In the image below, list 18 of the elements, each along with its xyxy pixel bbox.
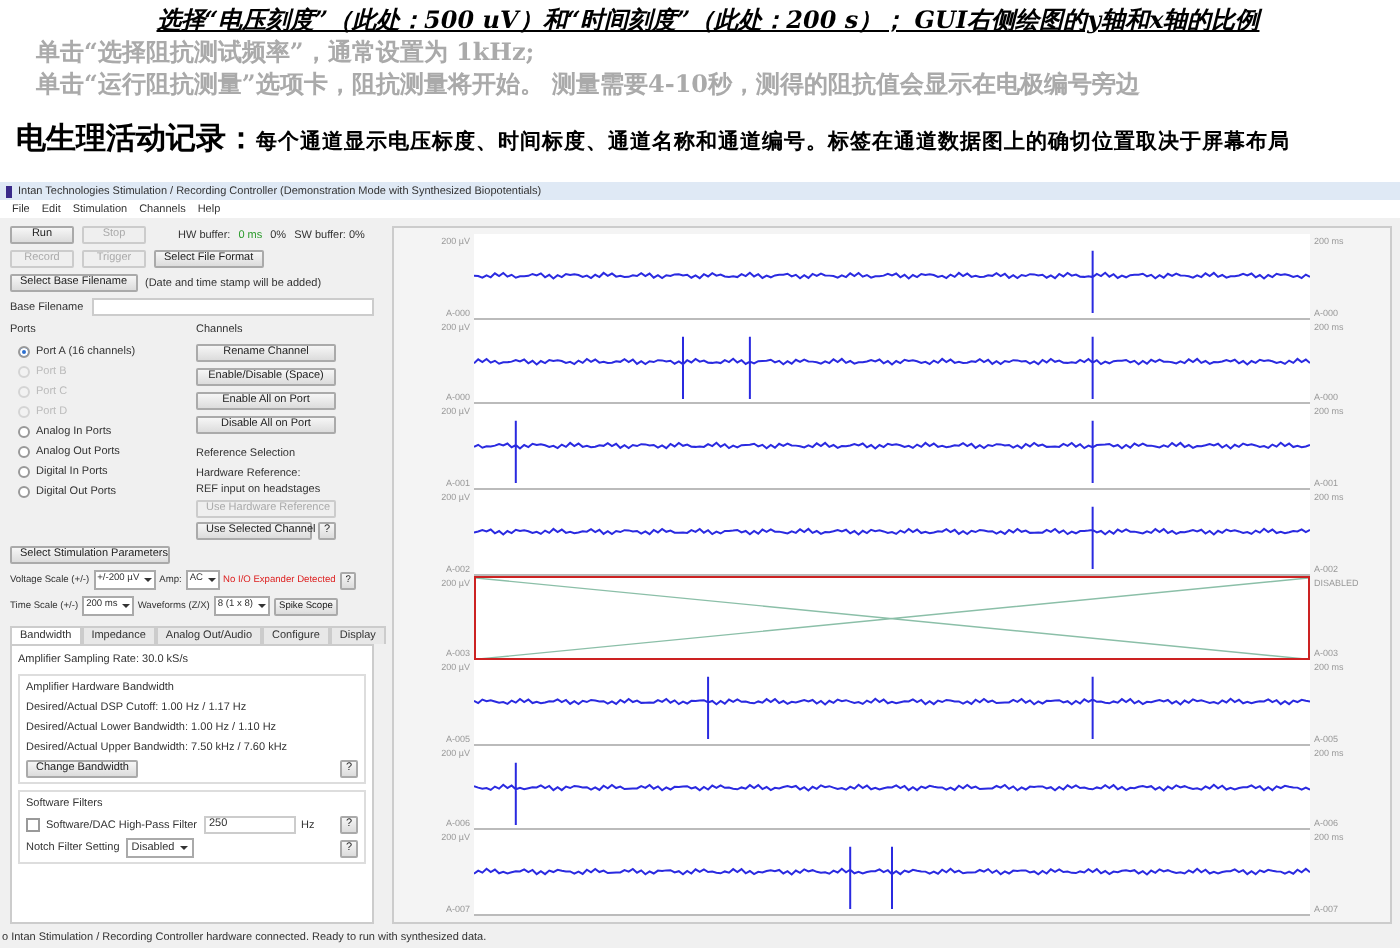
radio-button[interactable] bbox=[18, 466, 30, 478]
radio-button[interactable] bbox=[18, 346, 30, 358]
annotation-note: 单击“运行阻抗测量”选项卡，阻抗测量将开始。 测量需要4-10秒，测得的阻抗值会显示在电极编号旁边 bbox=[36, 68, 1143, 100]
app-icon bbox=[6, 185, 12, 197]
checkbox[interactable] bbox=[26, 818, 40, 832]
annotation-title: 电生理活动记录： bbox=[16, 120, 256, 156]
caret-icon bbox=[180, 846, 189, 850]
radio-button[interactable] bbox=[18, 426, 30, 438]
radio-button[interactable] bbox=[18, 446, 30, 458]
caret-icon bbox=[257, 604, 265, 608]
caret-icon bbox=[121, 604, 130, 608]
base-filename-field[interactable] bbox=[91, 298, 374, 316]
annotation-note: 单击“选择阻抗测试频率”，通常设置为 1kHz; bbox=[36, 36, 537, 68]
annotation-heading: 选择“电压刻度”（此处：500 uV）和“时间刻度”（此处：200 s）； GUI右侧绘图的y轴和x轴的比例 bbox=[154, 4, 1265, 36]
annotation-description: 每个通道显示电压标度、时间标度、通道名称和通道编号。标签在通道数据图上的确切位置取决于屏幕布局 bbox=[256, 130, 1290, 154]
radio-button[interactable] bbox=[18, 486, 30, 498]
caret-icon bbox=[143, 578, 152, 582]
caret-icon bbox=[207, 578, 216, 582]
